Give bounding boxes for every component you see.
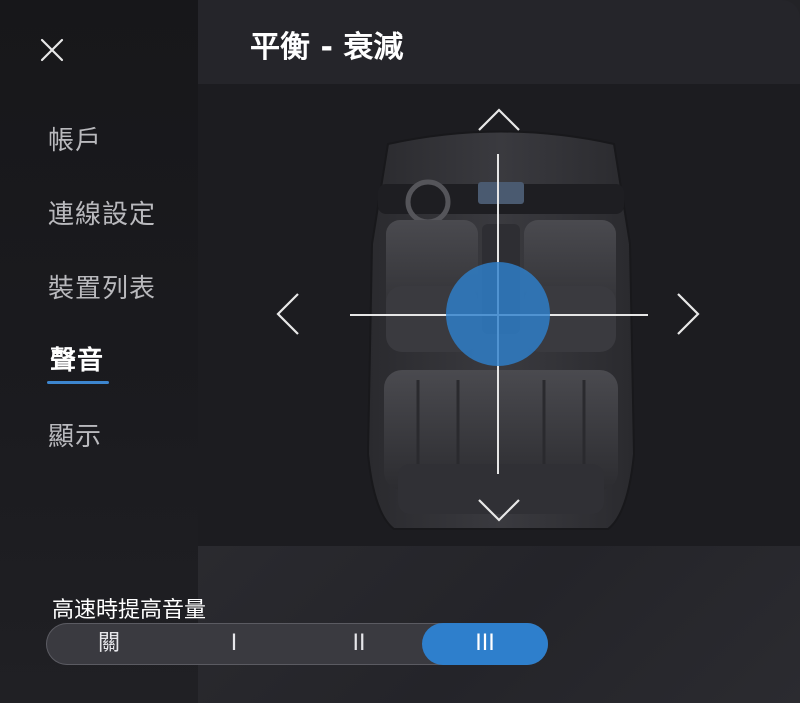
sidebar-item-sound[interactable]: 聲音	[50, 340, 104, 377]
chevron-up-icon[interactable]	[477, 106, 521, 132]
speed-volume-label: 高速時提高音量	[52, 598, 207, 623]
chevron-left-icon[interactable]	[274, 292, 300, 336]
speed-volume-selector: 關 I II III	[46, 623, 548, 665]
sidebar-item-device-list[interactable]: 裝置列表	[48, 268, 156, 305]
sidebar-item-account[interactable]: 帳戶	[48, 120, 102, 157]
speed-volume-option-1[interactable]: I	[172, 623, 296, 665]
page-title: 平衡 - 衰減	[250, 30, 404, 65]
sidebar-item-display[interactable]: 顯示	[48, 416, 102, 453]
close-icon[interactable]	[38, 36, 66, 64]
chevron-right-icon[interactable]	[676, 292, 702, 336]
speed-volume-option-3[interactable]: III	[422, 623, 548, 665]
chevron-down-icon[interactable]	[477, 498, 521, 524]
balance-fade-area[interactable]	[198, 84, 800, 546]
header: 平衡 - 衰減	[198, 0, 800, 84]
speed-volume-option-2[interactable]: II	[296, 623, 422, 665]
balance-fade-knob[interactable]	[446, 262, 550, 366]
speed-volume-option-off[interactable]: 關	[46, 623, 172, 665]
active-tab-indicator	[47, 381, 109, 384]
sidebar-item-connection-settings[interactable]: 連線設定	[48, 194, 156, 231]
main-panel: 平衡 - 衰減	[198, 0, 800, 703]
